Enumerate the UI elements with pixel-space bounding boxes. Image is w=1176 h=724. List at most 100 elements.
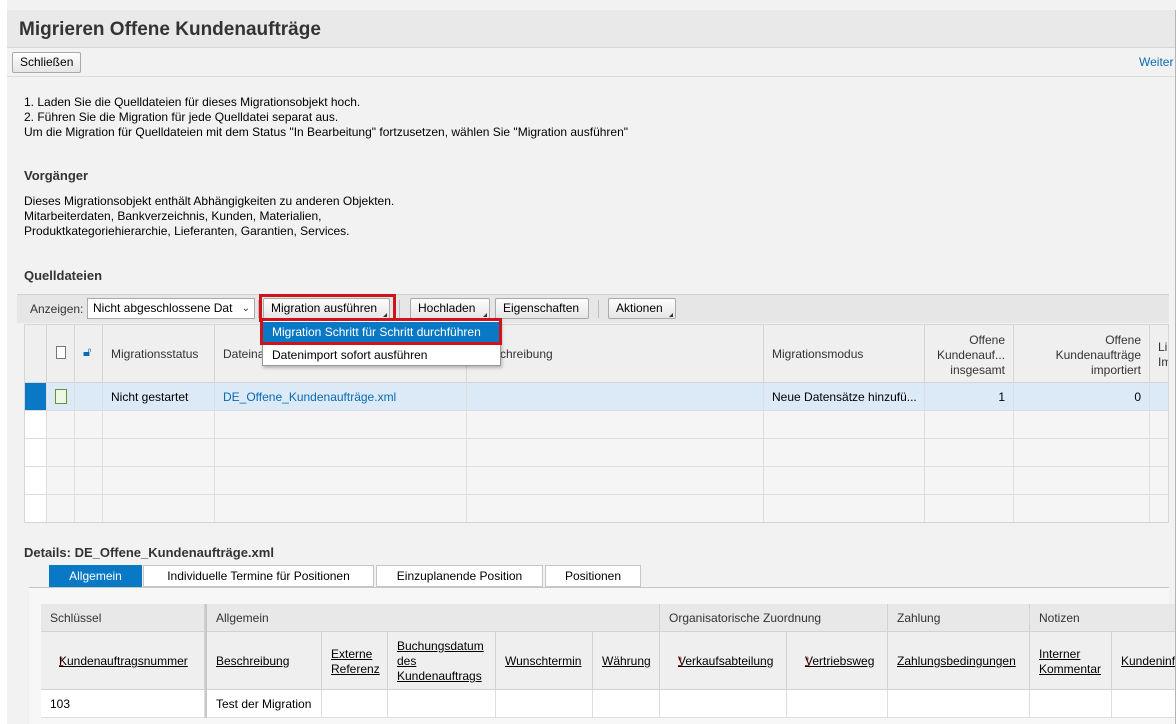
row-description: [467, 383, 764, 411]
row-order-number[interactable]: 103: [41, 690, 205, 718]
filter-select[interactable]: Nicht abgeschlossene Dat ⌄: [87, 298, 255, 319]
group-notes-header: Notizen: [1030, 604, 1176, 632]
select-all-header[interactable]: [47, 325, 75, 383]
status-header[interactable]: Migrationsstatus: [103, 325, 215, 383]
row-selector[interactable]: [25, 383, 47, 411]
highlight-step-by-step: [260, 318, 502, 345]
imported-header-l1: Offene: [1105, 333, 1141, 347]
row-mode: Neue Datensätze hinzufü...: [764, 383, 925, 411]
row-file-name-link[interactable]: DE_Offene_Kundenaufträge.xml: [215, 383, 467, 411]
external-ref-header[interactable]: Externe Referenz: [322, 632, 388, 690]
more-link[interactable]: Weiter: [1139, 55, 1173, 69]
table-cell[interactable]: [388, 690, 496, 718]
description-col-header[interactable]: Beschreibung: [207, 632, 322, 690]
mode-header[interactable]: Migrationsmodus: [764, 325, 925, 383]
empty-row: [47, 495, 1168, 522]
column-divider: [1149, 411, 1150, 522]
table-cell[interactable]: [787, 690, 888, 718]
row-selector[interactable]: [25, 467, 47, 495]
column-divider: [1013, 411, 1014, 522]
intro-line-3: Um die Migration für Quelldateien mit de…: [24, 125, 629, 139]
wish-date-header[interactable]: Wunschtermin: [496, 632, 593, 690]
more-header-l2: Imp: [1158, 355, 1168, 369]
tab-general[interactable]: Allgemein: [49, 565, 142, 587]
column-divider: [102, 411, 103, 522]
table-cell: [75, 383, 103, 411]
column-divider: [763, 411, 764, 522]
currency-header[interactable]: Währung: [593, 632, 660, 690]
tab-schedule-item[interactable]: Einzuplanende Position: [376, 565, 543, 587]
page-title: Migrieren Offene Kundenaufträge: [19, 19, 321, 40]
booking-date-l1: Buchungsdatum: [397, 639, 484, 653]
properties-button[interactable]: Eigenschaften: [495, 298, 589, 319]
empty-row: [47, 411, 1168, 439]
source-files-heading: Quelldateien: [24, 268, 103, 283]
predecessors-line-1: Dieses Migrationsobjekt enthält Abhängig…: [24, 194, 395, 208]
external-ref-l1: Externe: [331, 647, 373, 661]
total-header-l3: insgesamt: [950, 363, 1005, 377]
empty-row: [47, 467, 1168, 495]
sales-channel-label: Vertriebsweg: [805, 654, 875, 668]
table-cell[interactable]: [1030, 690, 1112, 718]
mode-header-label: Migrationsmodus: [772, 347, 864, 361]
sales-dept-header[interactable]: * Verkaufsabteilung: [660, 632, 787, 690]
toolbar-separator: [399, 300, 400, 318]
booking-date-header[interactable]: Buchungsdatum des Kundenauftrags: [388, 632, 496, 690]
main-toolbar: Schließen Weiter: [7, 49, 1176, 77]
total-header-l1: Offene: [969, 333, 1005, 347]
sales-dept-label: Verkaufsabteilung: [678, 654, 774, 668]
imported-header[interactable]: Offene Kundenaufträge importiert: [1014, 325, 1150, 383]
booking-date-l3: Kundenauftrags: [397, 669, 482, 683]
xml-file-icon: [55, 389, 67, 404]
payment-terms-header[interactable]: Zahlungsbedingungen: [888, 632, 1030, 690]
upload-button[interactable]: Hochladen: [410, 298, 490, 319]
group-payment-header: Zahlung: [888, 604, 1030, 632]
payment-terms-label: Zahlungsbedingungen: [897, 654, 1016, 668]
close-button[interactable]: Schließen: [12, 52, 82, 73]
tab-individual-dates[interactable]: Individuelle Termine für Positionen: [143, 565, 374, 587]
table-cell[interactable]: [496, 690, 593, 718]
filter-select-value: Nicht abgeschlossene Dat: [93, 301, 233, 315]
column-divider: [466, 411, 467, 522]
next-row: [41, 718, 1176, 724]
unlock-icon: 🔓︎: [83, 344, 92, 359]
table-cell[interactable]: [593, 690, 660, 718]
table-cell[interactable]: [888, 690, 1030, 718]
table-cell[interactable]: [1112, 690, 1176, 718]
more-header-l1: Lin: [1158, 340, 1168, 354]
description-header-label: schreibung: [494, 347, 553, 361]
group-org-header: Organisatorische Zuordnung: [660, 604, 888, 632]
row-description[interactable]: Test der Migration: [207, 690, 322, 718]
description-header[interactable]: schreibung: [467, 325, 764, 383]
table-cell[interactable]: [322, 690, 388, 718]
tab-items[interactable]: Positionen: [545, 565, 641, 587]
external-ref-l2: Referenz: [331, 662, 380, 676]
description-col-label: Beschreibung: [216, 654, 290, 668]
sales-channel-header[interactable]: * Vertriebsweg: [787, 632, 888, 690]
booking-date-l2: des: [397, 654, 417, 668]
actions-button[interactable]: Aktionen: [608, 298, 676, 319]
show-label: Anzeigen:: [30, 302, 84, 316]
customer-info-header[interactable]: Kundeninf: [1112, 632, 1176, 690]
row-selector[interactable]: [25, 411, 47, 439]
menu-arrow-icon: [483, 313, 487, 317]
more-header[interactable]: Lin Imp: [1150, 325, 1168, 383]
order-number-header[interactable]: * Kundenauftragsnummer: [41, 632, 205, 690]
menu-item-import-now[interactable]: Datenimport sofort ausführen: [263, 345, 500, 366]
toolbar-separator: [598, 300, 599, 318]
upload-label: Hochladen: [418, 301, 476, 315]
table-cell: [47, 383, 75, 411]
source-files-toolbar: Anzeigen: Nicht abgeschlossene Dat ⌄ Mig…: [17, 294, 1169, 323]
total-header[interactable]: Offene Kundenauf... insgesamt: [925, 325, 1014, 383]
intro-line-1: 1. Laden Sie die Quelldateien für dieses…: [24, 95, 361, 109]
predecessors-heading: Vorgänger: [24, 168, 89, 183]
group-general-header: Allgemein: [207, 604, 660, 632]
table-cell[interactable]: [660, 690, 787, 718]
currency-label: Währung: [602, 654, 651, 668]
row-status: Nicht gestartet: [103, 383, 215, 411]
imported-header-l2: Kundenaufträge: [1055, 348, 1141, 362]
row-selector[interactable]: [25, 495, 47, 522]
row-selector[interactable]: [25, 439, 47, 467]
actions-label: Aktionen: [616, 301, 663, 315]
internal-comment-header[interactable]: Interner Kommentar: [1030, 632, 1112, 690]
